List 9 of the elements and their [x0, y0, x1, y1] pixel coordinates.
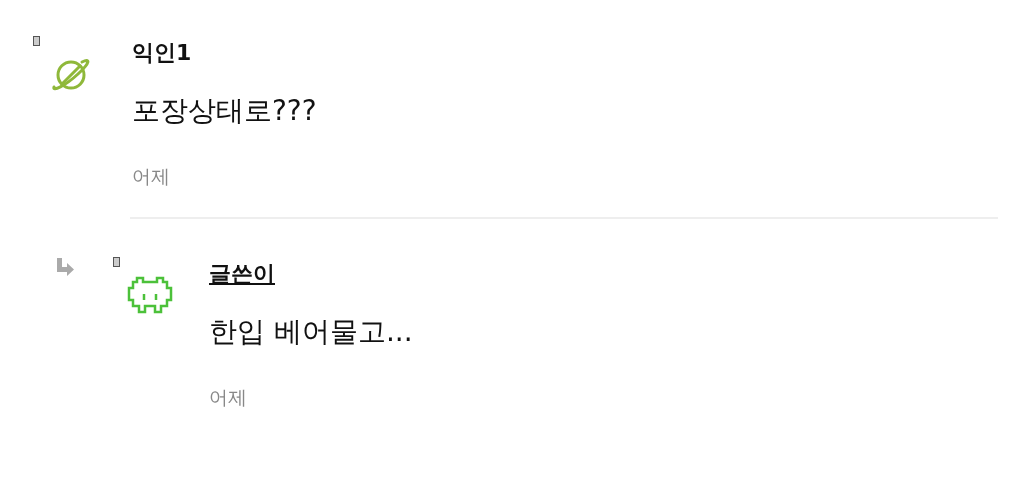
comment-text: 한입 베어물고...	[209, 314, 413, 350]
comment-text: 포장상태로???	[132, 93, 317, 129]
placeholder-glyph-icon	[33, 36, 40, 46]
placeholder-glyph-icon	[113, 257, 120, 267]
comment-time: 어제	[132, 164, 170, 189]
reply-arrow-icon	[55, 258, 75, 276]
comment-time: 어제	[209, 385, 247, 410]
author-name[interactable]: 글쓴이	[209, 259, 275, 289]
author-name[interactable]: 익인1	[132, 38, 192, 68]
